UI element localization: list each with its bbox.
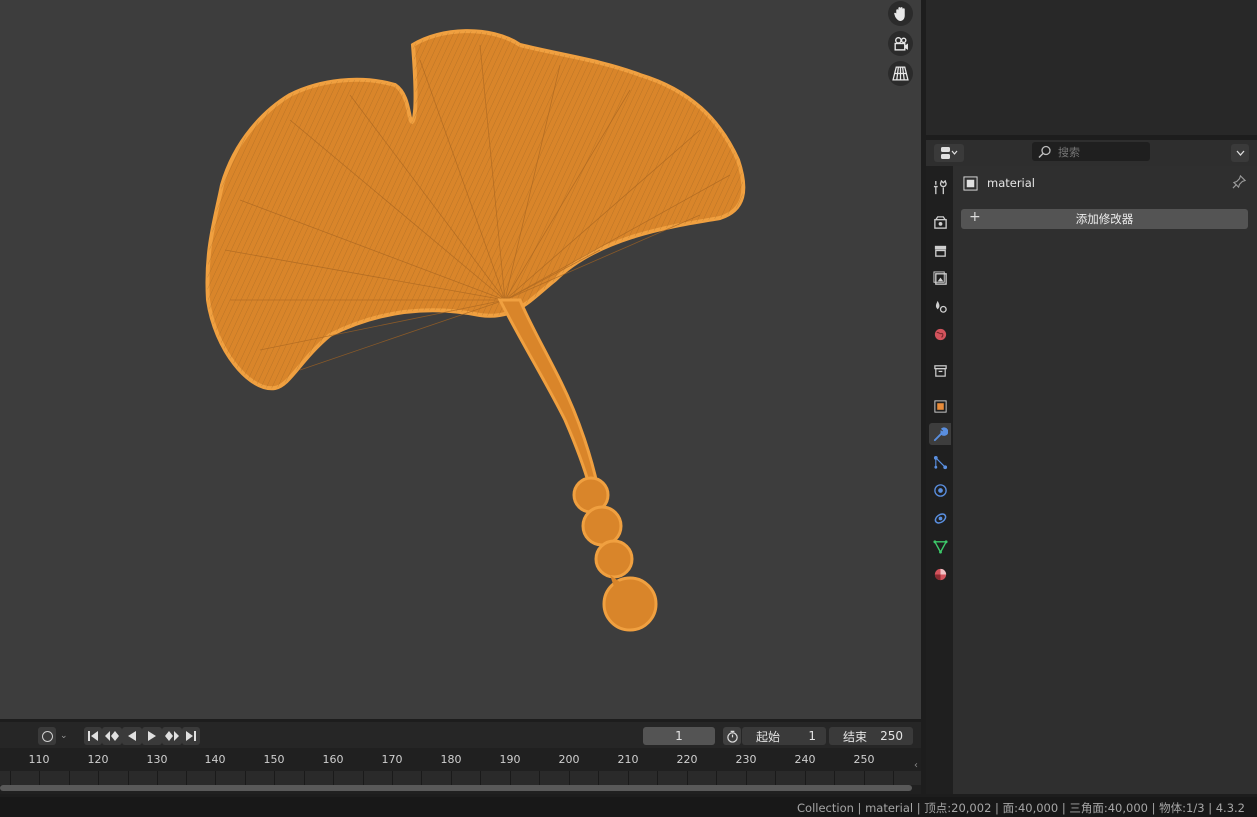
next-keyframe-icon bbox=[165, 731, 179, 741]
pin-icon[interactable] bbox=[1232, 174, 1247, 192]
ruler-label: 230 bbox=[735, 753, 757, 766]
camera-view-icon[interactable] bbox=[888, 31, 913, 56]
jump-end-icon bbox=[186, 731, 196, 741]
timeline-scrollbar[interactable] bbox=[0, 785, 912, 791]
chevron-down-icon bbox=[1236, 150, 1244, 156]
play-icon bbox=[148, 731, 156, 741]
search-input[interactable]: 搜索 bbox=[1032, 142, 1150, 161]
tab-render[interactable] bbox=[929, 211, 951, 233]
world-icon bbox=[934, 328, 946, 340]
collection-icon bbox=[933, 364, 947, 377]
stopwatch-icon[interactable] bbox=[723, 727, 741, 745]
properties-editor-icon bbox=[941, 147, 958, 159]
outliner-panel[interactable] bbox=[926, 0, 1257, 135]
tab-material[interactable] bbox=[929, 563, 951, 585]
perspective-grid-icon[interactable] bbox=[888, 61, 913, 86]
material-icon bbox=[934, 568, 946, 580]
tab-view-layer[interactable] bbox=[929, 267, 951, 289]
editor-type-button[interactable] bbox=[934, 144, 964, 162]
constraints-icon bbox=[934, 512, 946, 524]
tab-scene[interactable] bbox=[929, 295, 951, 317]
object-icon bbox=[933, 399, 947, 413]
ruler-label: 160 bbox=[322, 753, 344, 766]
modifier-icon bbox=[933, 426, 948, 441]
ruler-label: 180 bbox=[440, 753, 462, 766]
tab-modifiers[interactable] bbox=[929, 423, 951, 445]
hand-pan-icon[interactable] bbox=[888, 1, 913, 26]
tab-object[interactable] bbox=[929, 395, 951, 417]
prev-keyframe-button[interactable] bbox=[102, 727, 122, 745]
ginkgo-leaf-mesh[interactable] bbox=[0, 0, 921, 719]
chevron-left-icon[interactable]: ‹ bbox=[914, 760, 918, 771]
chevron-down-icon[interactable]: ⌄ bbox=[60, 731, 68, 741]
physics-icon bbox=[933, 483, 947, 497]
tab-world[interactable] bbox=[929, 323, 951, 345]
data-icon bbox=[932, 539, 948, 554]
record-button[interactable] bbox=[38, 727, 56, 745]
ruler-label: 150 bbox=[263, 753, 285, 766]
ruler-label: 120 bbox=[87, 753, 109, 766]
scene-statistics: Collection | material | 顶点:20,002 | 面:40… bbox=[797, 801, 1245, 815]
search-icon bbox=[1038, 145, 1051, 158]
output-icon bbox=[934, 245, 946, 257]
jump-start-button[interactable] bbox=[84, 727, 102, 745]
status-bar: Collection | material | 顶点:20,002 | 面:40… bbox=[0, 797, 1257, 817]
tab-tool[interactable] bbox=[929, 176, 951, 198]
render-icon bbox=[933, 215, 947, 229]
start-frame-field[interactable]: 起始 1 bbox=[742, 727, 826, 745]
ruler-label: 210 bbox=[617, 753, 639, 766]
options-dropdown-button[interactable] bbox=[1231, 144, 1249, 162]
plus-icon: + bbox=[969, 209, 981, 225]
end-frame-label: 结束 bbox=[843, 729, 868, 744]
tool-icon bbox=[933, 179, 947, 194]
jump-end-button[interactable] bbox=[182, 727, 200, 745]
start-frame-value: 1 bbox=[808, 729, 816, 743]
play-reverse-button[interactable] bbox=[122, 727, 142, 745]
start-frame-label: 起始 bbox=[756, 729, 781, 744]
search-placeholder: 搜索 bbox=[1058, 145, 1080, 159]
ruler-label: 110 bbox=[28, 753, 50, 766]
play-reverse-icon bbox=[128, 731, 136, 741]
scene-icon bbox=[935, 300, 947, 313]
tab-constraints[interactable] bbox=[929, 507, 951, 529]
current-frame-value: 1 bbox=[675, 729, 683, 743]
ruler-label: 140 bbox=[204, 753, 226, 766]
record-icon bbox=[41, 730, 53, 742]
ruler-label: 250 bbox=[853, 753, 875, 766]
next-keyframe-button[interactable] bbox=[162, 727, 182, 745]
ruler-label: 220 bbox=[676, 753, 698, 766]
end-frame-field[interactable]: 结束 250 bbox=[829, 727, 913, 745]
tab-particles[interactable] bbox=[929, 451, 951, 473]
particles-icon bbox=[933, 455, 947, 469]
3d-viewport[interactable] bbox=[0, 0, 921, 719]
play-button[interactable] bbox=[142, 727, 162, 745]
object-name: material bbox=[987, 176, 1035, 190]
add-modifier-button[interactable]: + 添加修改器 bbox=[961, 209, 1248, 229]
properties-header: 搜索 bbox=[926, 140, 1257, 166]
tab-physics[interactable] bbox=[929, 479, 951, 501]
tab-collection[interactable] bbox=[929, 359, 951, 381]
object-square-icon bbox=[963, 176, 978, 194]
tab-data[interactable] bbox=[929, 535, 951, 557]
view-layer-icon bbox=[932, 270, 947, 285]
tab-output[interactable] bbox=[929, 239, 951, 261]
add-modifier-label: 添加修改器 bbox=[1075, 212, 1134, 226]
prev-keyframe-icon bbox=[105, 731, 119, 741]
end-frame-value: 250 bbox=[880, 729, 903, 743]
ruler-label: 190 bbox=[499, 753, 521, 766]
modifier-properties-panel: material + 添加修改器 bbox=[953, 166, 1257, 794]
timeline-track[interactable] bbox=[0, 771, 921, 785]
jump-start-icon bbox=[88, 731, 98, 741]
ruler-label: 130 bbox=[146, 753, 168, 766]
ruler-label: 170 bbox=[381, 753, 403, 766]
ruler-label: 240 bbox=[794, 753, 816, 766]
ruler-label: 200 bbox=[558, 753, 580, 766]
current-frame-field[interactable]: 1 bbox=[643, 727, 715, 745]
